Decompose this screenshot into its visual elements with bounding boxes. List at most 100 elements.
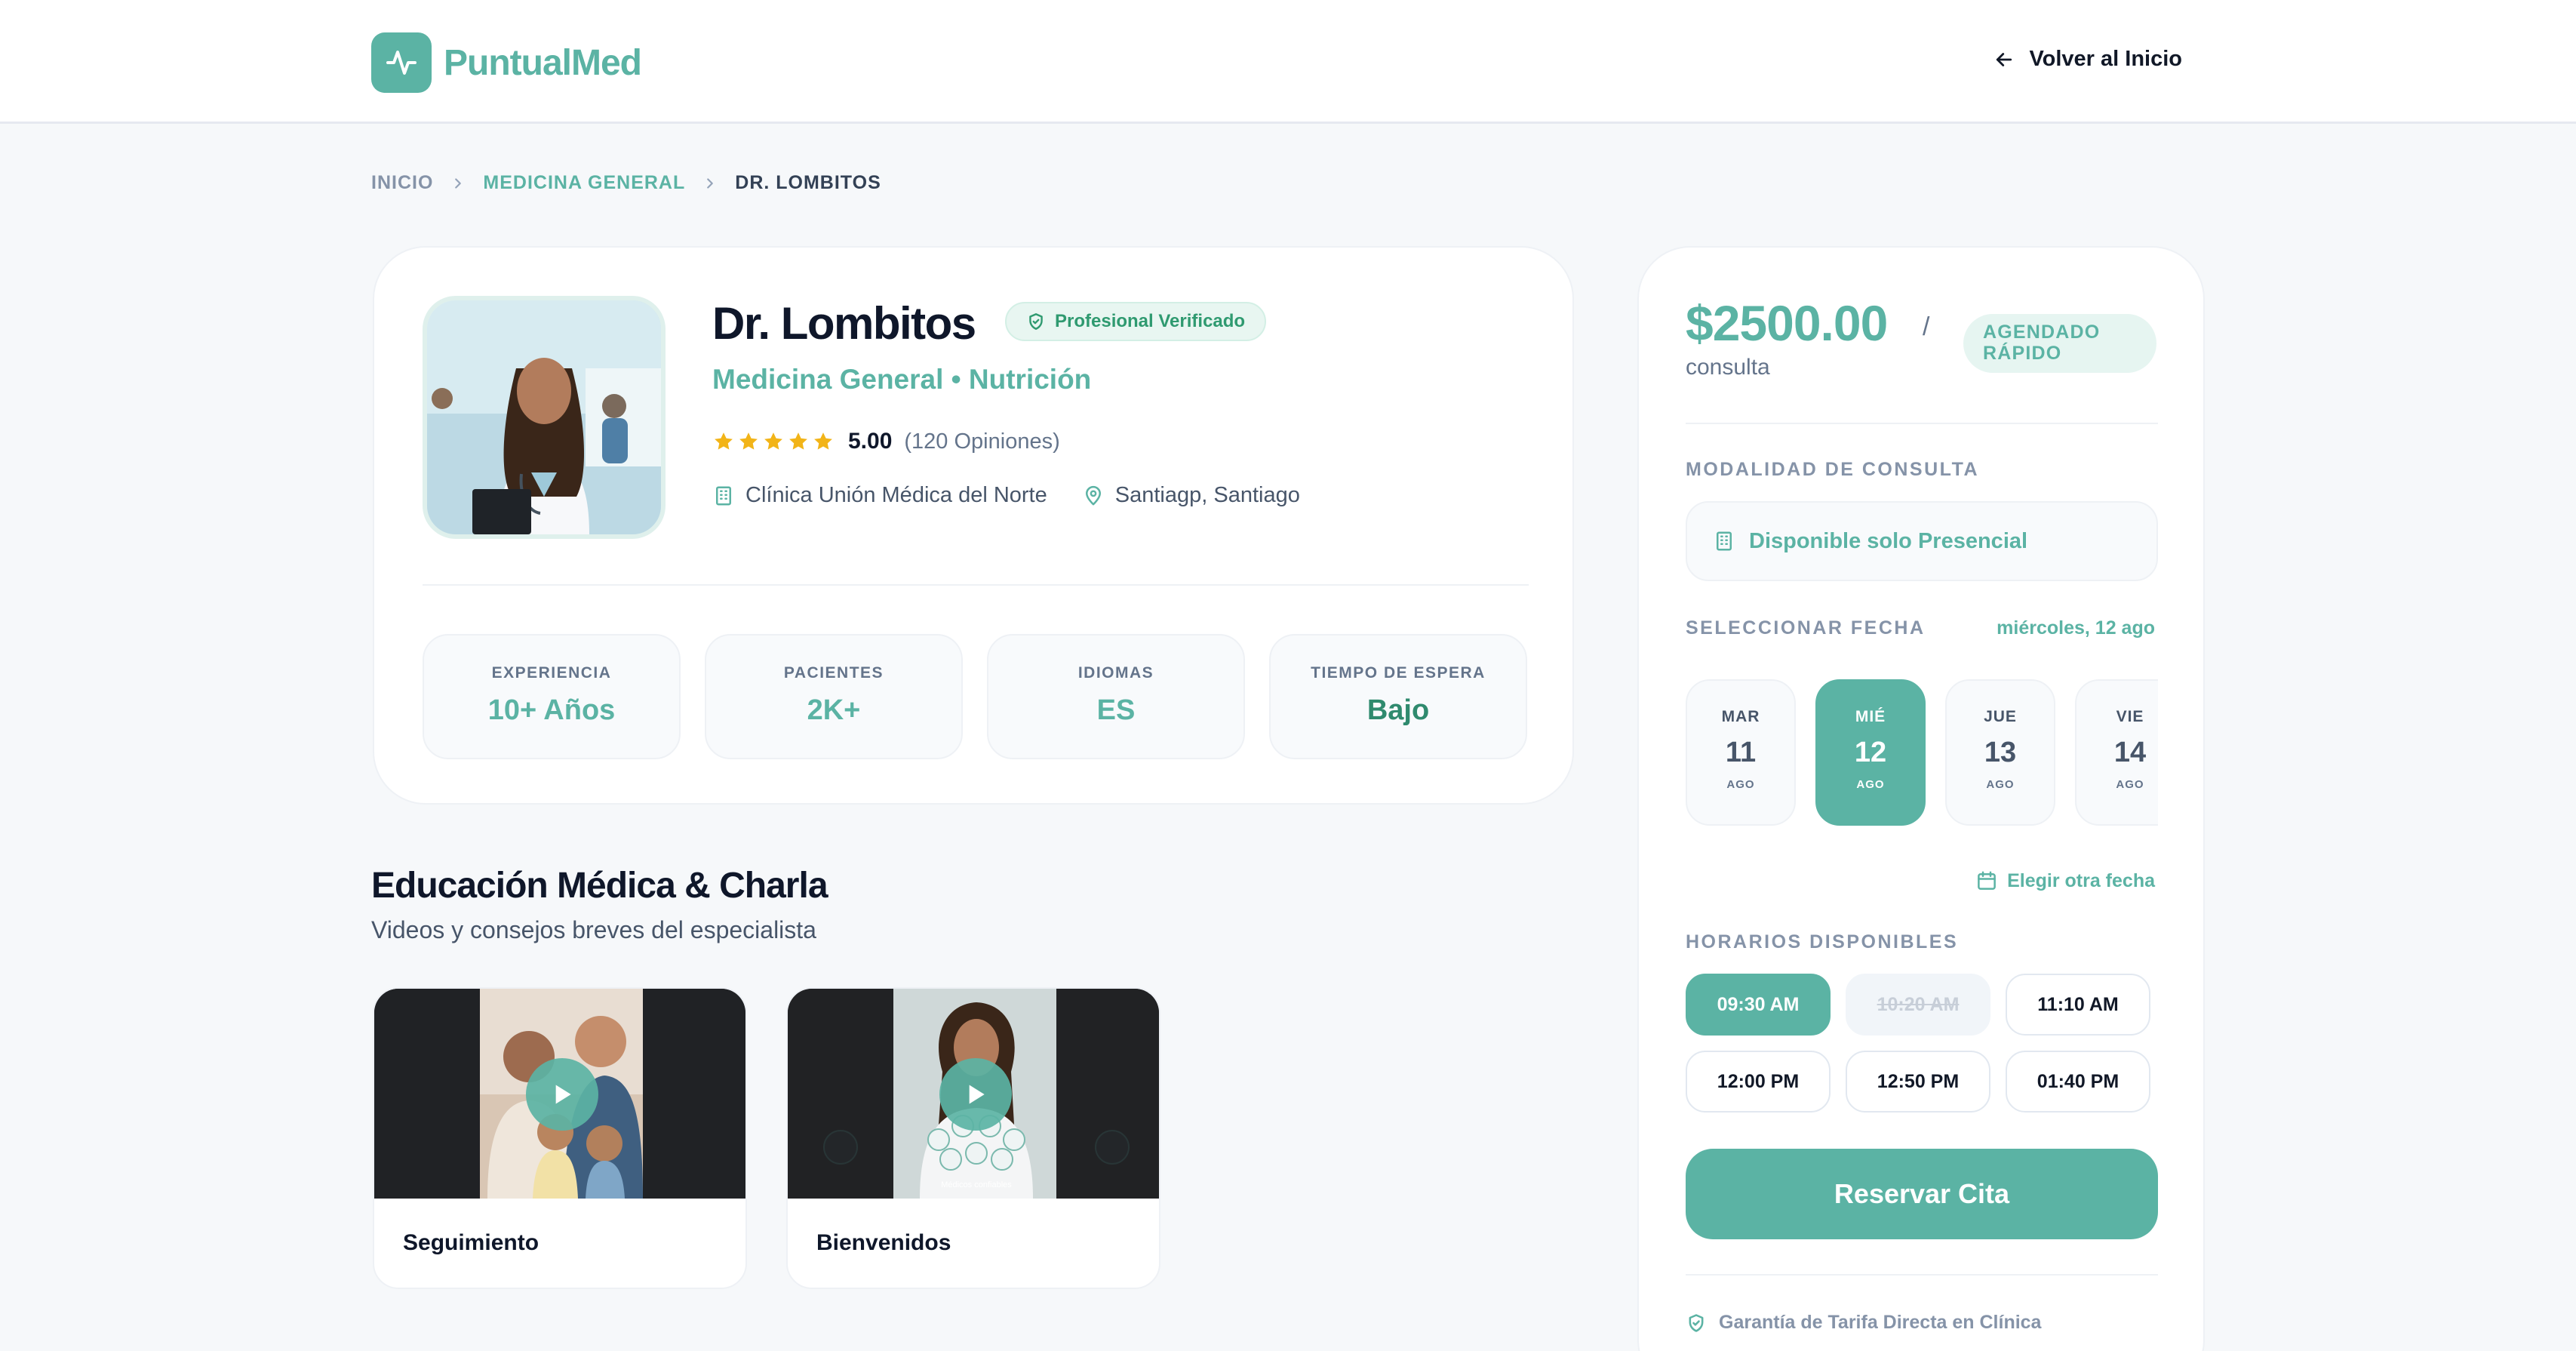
verified-label: Profesional Verificado xyxy=(1055,311,1246,331)
stat-patients: PACIENTES 2K+ xyxy=(705,634,963,759)
consultation-price: $2500.00 xyxy=(1686,295,1888,351)
video-thumbnail xyxy=(374,989,745,1199)
date-month: AGO xyxy=(2116,778,2144,791)
modality-label: MODALIDAD DE CONSULTA xyxy=(1686,459,1980,480)
guarantee-text: Garantía de Tarifa Directa en Clínica xyxy=(1719,1312,2042,1333)
stat-label: PACIENTES xyxy=(783,664,884,682)
rating-value: 5.00 xyxy=(848,429,893,454)
fast-badge-line1: AGENDADO xyxy=(1983,322,2101,343)
time-slot[interactable]: 12:00 PM xyxy=(1686,1051,1831,1112)
chevron-right-icon xyxy=(702,175,718,192)
star-icon xyxy=(739,432,758,450)
date-number: 12 xyxy=(1854,737,1887,768)
date-tile-selected[interactable]: MIÉ 12 AGO xyxy=(1815,679,1926,826)
date-day: MAR xyxy=(1721,708,1760,725)
map-pin-icon xyxy=(1085,485,1101,505)
price-guarantee: Garantía de Tarifa Directa en Clínica xyxy=(1686,1312,2041,1334)
choose-other-date-label: Elegir otra fecha xyxy=(2007,869,2155,891)
star-icon xyxy=(814,432,832,450)
shield-check-icon xyxy=(1029,313,1043,330)
date-month: AGO xyxy=(1726,778,1755,791)
clinic-name: Clínica Unión Médica del Norte xyxy=(745,483,1047,507)
date-day: MIÉ xyxy=(1855,708,1886,725)
star-icon xyxy=(789,432,807,450)
video-title: Bienvenidos xyxy=(816,1230,951,1255)
times-label: HORARIOS DISPONIBLES xyxy=(1686,931,1959,952)
date-day: VIE xyxy=(2116,708,2144,725)
play-icon[interactable] xyxy=(939,1058,1012,1131)
price-unit: consulta xyxy=(1686,355,1770,380)
doctor-profile-card: Dr. Lombitos Profesional Verificado Medi… xyxy=(373,246,1574,805)
date-number: 13 xyxy=(1984,737,2017,768)
building-icon xyxy=(716,486,731,505)
date-number: 11 xyxy=(1725,737,1757,768)
price-separator: / xyxy=(1923,312,1930,341)
chevron-right-icon xyxy=(450,175,466,192)
booking-card: $2500.00 / consulta AGENDADO RÁPIDO MODA… xyxy=(1637,246,2205,1351)
shield-check-icon xyxy=(1689,1313,1704,1332)
date-tile[interactable]: MAR 11 AGO xyxy=(1686,679,1796,826)
selected-date-text: miércoles, 12 ago xyxy=(1997,617,2155,639)
choose-other-date-link[interactable]: Elegir otra fecha xyxy=(1975,869,2155,892)
back-link-label: Volver al Inicio xyxy=(2029,47,2182,71)
time-slot[interactable]: 01:40 PM xyxy=(2006,1051,2150,1112)
time-slot[interactable]: 12:50 PM xyxy=(1846,1051,1990,1112)
stat-value: 2K+ xyxy=(807,694,861,726)
education-title: Educación Médica & Charla xyxy=(371,866,828,906)
rating: 5.00 (120 Opiniones) xyxy=(712,429,1060,454)
video-card[interactable]: Seguimiento xyxy=(373,987,747,1289)
breadcrumb-home[interactable]: INICIO xyxy=(371,172,433,194)
stat-label: EXPERIENCIA xyxy=(491,664,612,682)
stat-wait-time: TIEMPO DE ESPERA Bajo xyxy=(1269,634,1527,759)
date-tile[interactable]: VIE 14 AGO xyxy=(2075,679,2158,826)
modality-value: Disponible solo Presencial xyxy=(1749,528,2028,553)
stat-label: TIEMPO DE ESPERA xyxy=(1311,664,1486,682)
video-card[interactable]: Médicos confiables Bienvenidos xyxy=(786,987,1160,1289)
play-icon[interactable] xyxy=(526,1058,598,1131)
stat-value: Bajo xyxy=(1366,694,1430,726)
date-strip: MAR 11 AGO MIÉ 12 AGO JUE 13 AGO VIE 14 … xyxy=(1686,679,2158,827)
fast-booking-badge: AGENDADO RÁPIDO xyxy=(1963,314,2156,373)
time-slot[interactable]: 11:10 AM xyxy=(2006,974,2150,1036)
reserve-appointment-button[interactable]: Reservar Cita xyxy=(1686,1149,2158,1239)
top-header: PuntualMed Volver al Inicio xyxy=(0,0,2576,124)
doctor-name: Dr. Lombitos xyxy=(712,298,976,349)
date-month: AGO xyxy=(1986,778,2015,791)
doctor-specialty: Medicina General • Nutrición xyxy=(712,364,1092,395)
star-icon xyxy=(764,432,782,450)
modality-option[interactable]: Disponible solo Presencial xyxy=(1686,501,2158,581)
calendar-icon xyxy=(1978,871,1996,890)
stat-label: IDIOMAS xyxy=(1077,664,1154,682)
breadcrumb: INICIO MEDICINA GENERAL DR. LOMBITOS xyxy=(371,172,881,194)
divider xyxy=(1686,1274,2158,1276)
stat-value: 10+ Años xyxy=(487,694,616,726)
stat-languages: IDIOMAS ES xyxy=(987,634,1245,759)
arrow-left-icon xyxy=(1997,52,2012,66)
video-overlay-text: Médicos confiables xyxy=(941,1180,1012,1189)
time-slot-unavailable: 10:20 AM xyxy=(1846,974,1990,1036)
time-slot-selected[interactable]: 09:30 AM xyxy=(1686,974,1831,1036)
heartbeat-icon xyxy=(371,32,432,93)
city-name: Santiagp, Santiago xyxy=(1114,483,1300,507)
rating-count[interactable]: (120 Opiniones) xyxy=(904,429,1059,454)
stat-experience: EXPERIENCIA 10+ Años xyxy=(423,634,681,759)
education-subtitle: Videos y consejos breves del especialist… xyxy=(371,916,816,943)
doctor-avatar xyxy=(423,296,666,539)
building-icon xyxy=(1717,531,1732,551)
logo[interactable]: PuntualMed xyxy=(371,32,642,93)
stat-value: ES xyxy=(1096,694,1136,726)
star-icon xyxy=(715,432,733,450)
date-number: 14 xyxy=(2113,737,2147,768)
date-tile[interactable]: JUE 13 AGO xyxy=(1945,679,2055,826)
back-to-home-link[interactable]: Volver al Inicio xyxy=(1993,47,2182,72)
logo-text: PuntualMed xyxy=(444,42,642,83)
date-label: SELECCIONAR FECHA xyxy=(1686,617,1926,639)
verified-badge: Profesional Verificado xyxy=(1005,302,1267,341)
date-day: JUE xyxy=(1984,708,2017,725)
date-month: AGO xyxy=(1856,778,1885,791)
breadcrumb-current: DR. LOMBITOS xyxy=(735,172,881,193)
divider xyxy=(423,584,1529,586)
fast-badge-line2: RÁPIDO xyxy=(1983,343,2062,364)
breadcrumb-specialty[interactable]: MEDICINA GENERAL xyxy=(483,172,685,194)
video-thumbnail: Médicos confiables xyxy=(788,989,1159,1199)
